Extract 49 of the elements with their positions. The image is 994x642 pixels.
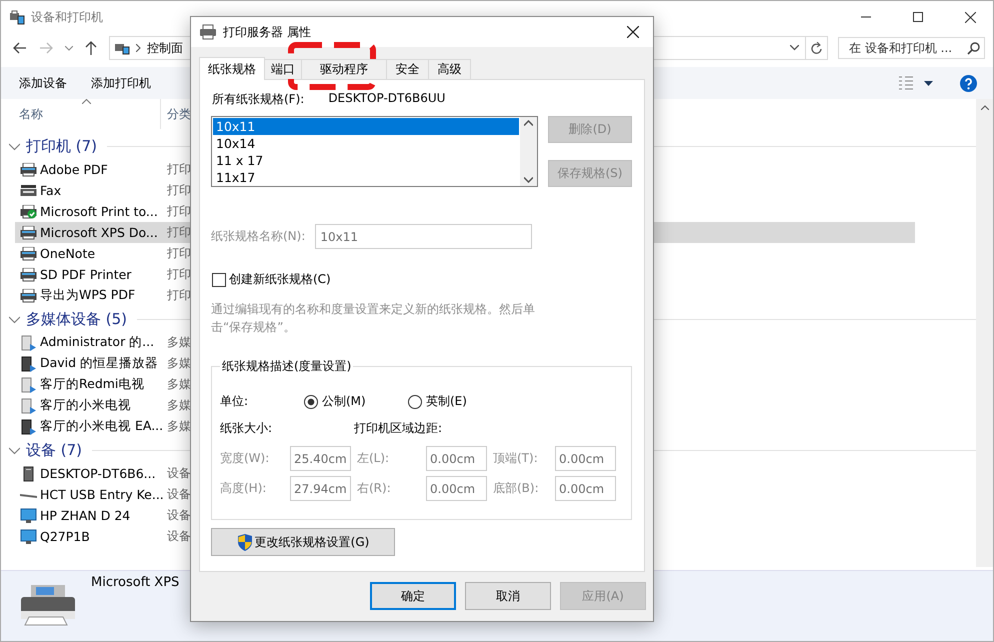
device-category: 多媒 (167, 418, 191, 435)
device-category: 设备 (167, 528, 191, 545)
device-name: 导出为WPS PDF (40, 287, 136, 304)
device-name: Microsoft Print to... (40, 204, 159, 219)
device-name: Fax (40, 183, 62, 198)
device-category: 设备 (167, 486, 191, 503)
field-label: 纸张规格名称(N): (211, 228, 306, 245)
device-name: HP ZHAN D 24 (40, 508, 132, 523)
dialog-title: 打印服务器 属性 (223, 24, 311, 40)
device-category: 打印 (167, 287, 191, 304)
device-name: Microsoft XPS Do... (40, 225, 159, 240)
device-name: Q27P1B (40, 529, 91, 544)
device-category: 打印 (167, 266, 191, 283)
device-category: 多媒 (167, 397, 191, 414)
device-category: 设备 (167, 507, 191, 524)
device-category: 多媒 (167, 376, 191, 393)
device-category: 打印 (167, 245, 191, 262)
field-label: 顶端(T): (492, 450, 539, 467)
device-name: 客厅的小米电视 (40, 397, 132, 414)
device-category: 多媒 (167, 334, 191, 351)
device-category: 打印 (167, 161, 191, 178)
field-label: 打印机区域边距: (354, 420, 442, 437)
device-category: 打印 (167, 203, 191, 220)
device-title: Microsoft XPS (91, 575, 180, 592)
device-name: OneNote (40, 246, 96, 261)
field-label: 左(L): (356, 450, 390, 467)
device-category: 打印 (167, 224, 191, 241)
device-category: 多媒 (167, 355, 191, 372)
field-label: 右(R): (356, 480, 392, 497)
device-name: Adobe PDF (40, 162, 109, 177)
device-name: David 的恒星播放器 (40, 355, 160, 372)
group-title: 纸张规格描述(度量设置) (221, 358, 352, 375)
device-category: 设备 (167, 465, 191, 482)
server-name: DESKTOP-DT6B6UU (328, 91, 446, 107)
field-label: 纸张大小: (220, 420, 274, 437)
field-label: 宽度(W): (220, 450, 270, 467)
device-name: SD PDF Printer (40, 267, 132, 282)
field-label: 单位: (220, 393, 250, 410)
device-name: Administrator 的... (40, 334, 156, 351)
field-label: 所有纸张规格(F): (212, 91, 304, 108)
window-title: 设备和打印机 (31, 8, 103, 26)
hint-text: 通过编辑现有的名称和度量设置来定义新的纸张规格。然后单击“保存规格”。 (211, 301, 536, 336)
device-name: 客厅的Redmi电视 (40, 376, 146, 393)
device-name: 客厅的小米电视 EA... (40, 418, 164, 435)
field-label: 高度(H): (220, 480, 268, 497)
device-name: DESKTOP-DT6B6... (40, 466, 157, 481)
device-name: HCT USB Entry Ke... (40, 487, 165, 502)
device-category: 打印 (167, 182, 191, 199)
field-label: 底部(B): (492, 480, 540, 497)
